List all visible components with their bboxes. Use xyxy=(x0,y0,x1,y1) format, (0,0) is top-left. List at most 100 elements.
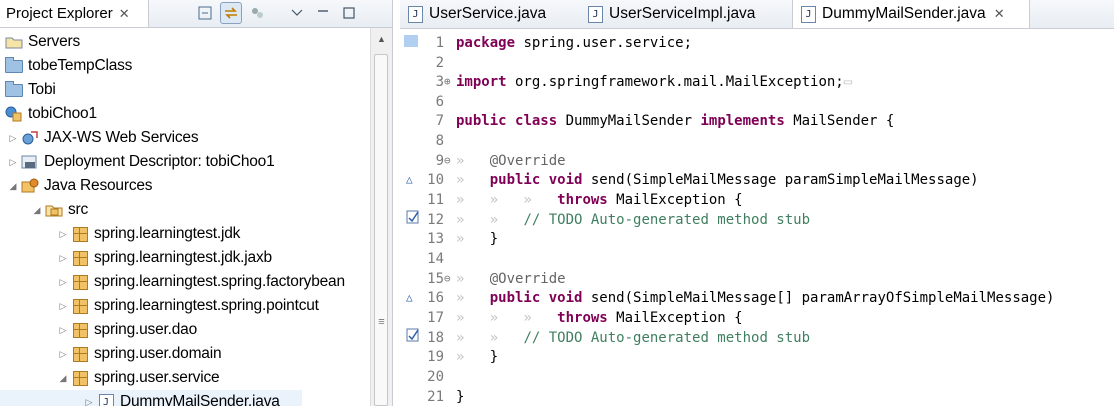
tree-item[interactable]: Servers xyxy=(0,30,80,54)
java-resources-icon xyxy=(20,177,40,195)
code-line: 11 » » » throws MailException { xyxy=(400,190,1114,210)
expand-icon[interactable]: ▷ xyxy=(6,133,20,144)
code-text: » » » throws MailException { xyxy=(456,310,743,326)
tree-item[interactable]: ◢ Java Resources xyxy=(0,174,153,198)
tree-item[interactable]: tobiChoo1 xyxy=(0,102,97,126)
tree-item-label: spring.user.service xyxy=(94,369,220,386)
folder-icon xyxy=(4,33,24,51)
tree-item[interactable]: tobeTempClass xyxy=(0,54,132,78)
code-line: 21 } xyxy=(400,387,1114,407)
tree-item-selected[interactable]: ▷ J DummyMailSender.java xyxy=(0,390,302,406)
code-line: 12 » » // TODO Auto-generated method stu… xyxy=(400,210,1114,230)
tree-item-label: JAX-WS Web Services xyxy=(44,129,199,146)
tree-item[interactable]: ▷ spring.learningtest.spring.pointcut xyxy=(0,294,319,318)
line-number: 12 xyxy=(427,212,444,228)
tree-item[interactable]: ◢ src xyxy=(0,198,89,222)
code-editor[interactable]: 1 package spring.user.service; 2 3 ⊕ imp… xyxy=(400,29,1114,406)
scrollbar-thumb[interactable] xyxy=(374,54,388,406)
override-marker-icon: △ xyxy=(406,291,413,304)
package-icon xyxy=(70,249,90,267)
deployment-descriptor-icon xyxy=(20,153,40,171)
tree-item[interactable]: ▷ spring.learningtest.jdk.jaxb xyxy=(0,246,273,270)
expand-icon[interactable]: ▷ xyxy=(56,277,70,288)
view-toolbar xyxy=(194,2,364,24)
minimize-icon[interactable] xyxy=(312,2,334,24)
line-number: 8 xyxy=(435,133,444,149)
expand-icon[interactable]: ▷ xyxy=(56,229,70,240)
collapse-all-icon[interactable] xyxy=(194,2,216,24)
close-icon[interactable]: ✕ xyxy=(994,6,1005,22)
collapse-fold-icon[interactable]: ⊖ xyxy=(444,151,456,171)
tree-item-label: Servers xyxy=(28,33,81,50)
tab-label: DummyMailSender.java xyxy=(822,5,986,22)
tree-item[interactable]: ▷ JAX-WS Web Services xyxy=(0,126,199,150)
web-services-icon xyxy=(20,129,40,147)
tree-scrollbar[interactable]: ▲ ≡ xyxy=(370,28,392,406)
folder-icon xyxy=(4,80,24,99)
tree-item[interactable]: ▷ Deployment Descriptor: tobiChoo1 xyxy=(0,150,275,174)
expand-icon[interactable]: ▷ xyxy=(6,157,20,168)
tab-label: Project Explorer xyxy=(6,5,113,22)
line-number: 10 xyxy=(427,172,444,188)
tree-item-label: spring.learningtest.jdk.jaxb xyxy=(94,249,272,266)
maximize-icon[interactable] xyxy=(338,2,360,24)
tree-item[interactable]: ▷ spring.learningtest.jdk xyxy=(0,222,241,246)
line-number: 17 xyxy=(427,310,444,326)
expand-icon[interactable]: ▷ xyxy=(82,397,96,407)
grip-icon: ≡ xyxy=(378,316,385,328)
java-file-icon: J xyxy=(801,5,816,23)
code-line: 14 xyxy=(400,249,1114,269)
code-line: 2 xyxy=(400,53,1114,73)
tab-userserviceimpl[interactable]: J UserServiceImpl.java xyxy=(580,0,790,28)
tree-item[interactable]: ◢ spring.user.service xyxy=(0,366,220,390)
tree-item[interactable]: Tobi xyxy=(0,78,56,102)
code-text: » @Override xyxy=(456,271,566,287)
tab-label: UserServiceImpl.java xyxy=(609,5,756,22)
code-text: public class DummyMailSender implements … xyxy=(456,113,895,129)
code-line: 8 xyxy=(400,131,1114,151)
link-with-editor-icon[interactable] xyxy=(220,2,242,24)
folded-block-icon[interactable]: ▭ xyxy=(844,74,852,90)
code-text: } xyxy=(456,389,465,405)
expand-icon[interactable]: ▷ xyxy=(56,253,70,264)
override-marker-icon: △ xyxy=(406,173,413,186)
tree-item-label: spring.learningtest.spring.pointcut xyxy=(94,297,319,314)
collapse-icon[interactable]: ◢ xyxy=(30,205,44,216)
expand-fold-icon[interactable]: ⊕ xyxy=(444,72,456,92)
package-icon xyxy=(70,297,90,315)
line-number: 21 xyxy=(427,389,444,405)
view-menu-icon[interactable] xyxy=(286,2,308,24)
tree-item[interactable]: ▷ spring.user.dao xyxy=(0,318,198,342)
expand-icon[interactable]: ▷ xyxy=(56,301,70,312)
code-line: 15 ⊖ » @Override xyxy=(400,269,1114,289)
code-line: 9 ⊖ » @Override xyxy=(400,151,1114,171)
expand-icon[interactable]: ▷ xyxy=(56,349,70,360)
editor-tabbar: J UserService.java J UserServiceImpl.jav… xyxy=(400,0,1114,29)
collapse-fold-icon[interactable]: ⊖ xyxy=(444,269,456,289)
project-explorer-tabbar: Project Explorer ✕ xyxy=(0,0,392,28)
java-editor: J UserService.java J UserServiceImpl.jav… xyxy=(400,0,1114,406)
bookmark-icon xyxy=(404,33,418,54)
collapse-icon[interactable]: ◢ xyxy=(6,181,20,192)
scroll-up-icon[interactable]: ▲ xyxy=(371,34,392,44)
line-number: 2 xyxy=(435,55,444,71)
project-explorer-view: Project Explorer ✕ Servers tobeTempClass… xyxy=(0,0,393,406)
line-number: 18 xyxy=(427,330,444,346)
tree-item[interactable]: ▷ spring.learningtest.spring.factorybean xyxy=(0,270,346,294)
line-number: 1 xyxy=(435,35,444,51)
expand-icon[interactable]: ▷ xyxy=(56,325,70,336)
line-number: 16 xyxy=(427,290,444,306)
code-line: 3 ⊕ import org.springframework.mail.Mail… xyxy=(400,72,1114,92)
java-file-icon: J xyxy=(96,393,116,406)
tab-userservice[interactable]: J UserService.java xyxy=(400,0,580,28)
code-line: 7 public class DummyMailSender implement… xyxy=(400,111,1114,131)
tab-project-explorer[interactable]: Project Explorer ✕ xyxy=(0,0,149,27)
tab-dummymailsender[interactable]: J DummyMailSender.java ✕ xyxy=(792,0,1030,28)
tree-item-label: Deployment Descriptor: tobiChoo1 xyxy=(44,153,275,170)
code-line: 17 » » » throws MailException { xyxy=(400,308,1114,328)
tree-item[interactable]: ▷ spring.user.domain xyxy=(0,342,222,366)
task-marker-icon xyxy=(406,210,420,231)
team-icon[interactable] xyxy=(246,2,268,24)
collapse-icon[interactable]: ◢ xyxy=(56,373,70,384)
close-icon[interactable]: ✕ xyxy=(119,6,130,22)
